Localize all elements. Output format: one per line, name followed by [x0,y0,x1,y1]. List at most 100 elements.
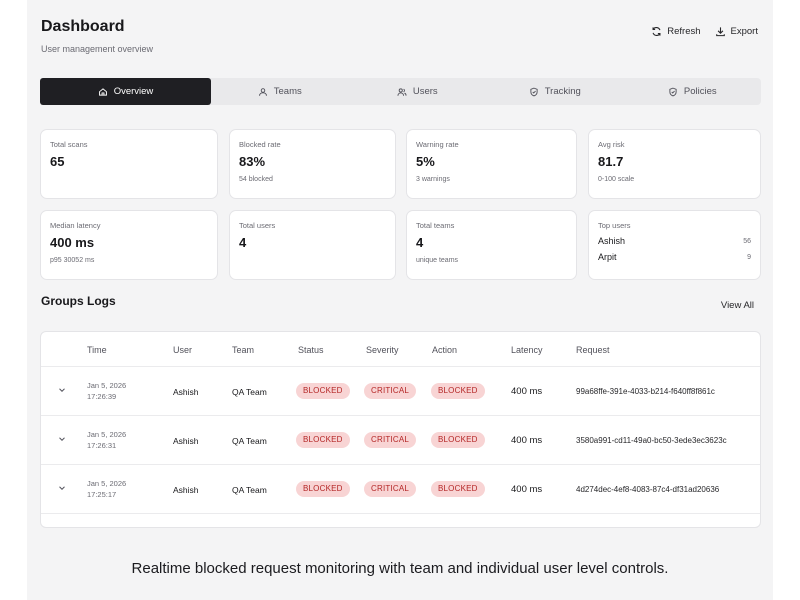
top-user-count: 9 [747,253,751,261]
table-row[interactable]: Jan 5, 2026 17:25:17 Ashish QA Team BLOC… [41,465,760,514]
status-badge: BLOCKED [296,432,350,448]
stat-label: Total users [239,221,276,230]
page-title: Dashboard [41,18,125,35]
log-time: 17:26:31 [87,441,117,450]
action-badge: BLOCKED [431,383,485,399]
status-badge: BLOCKED [296,481,350,497]
column-header: Team [232,345,255,355]
tab-overview[interactable]: Overview [40,78,211,105]
download-icon [715,27,725,37]
severity-badge: CRITICAL [364,432,417,448]
chevron-down-icon[interactable] [57,385,67,395]
tab-label: Overview [113,86,154,97]
stat-value: 65 [50,154,65,169]
export-label: Export [730,26,758,37]
stat-label: Blocked rate [239,140,281,149]
status-badge: BLOCKED [296,383,350,399]
log-request-id: 99a68ffe-391e-4033-b214-f640ff8f861c [576,387,715,396]
stat-card-avg-risk: Avg risk 81.7 0-100 scale [588,129,761,199]
action-badge: BLOCKED [431,481,485,497]
view-all-link[interactable]: View All [721,300,754,311]
table-header: Time User Team Status Severity Action La… [41,332,760,367]
column-header: Status [298,345,324,355]
page-header: Dashboard User management overview [41,18,153,54]
log-request-id: 3580a991-cd11-49a0-bc50-3ede3ec3623c [576,436,727,445]
user-icon [258,87,267,96]
page-subtitle: User management overview [41,44,154,54]
column-header: User [173,345,193,355]
shield-icon [669,87,677,96]
caption: Realtime blocked request monitoring with… [131,560,669,577]
top-user-name: Arpit [598,252,617,262]
stat-sub: 3 warnings [416,176,450,183]
stat-value: 81.7 [598,154,624,169]
stat-card-total-users: Total users 4 [229,210,396,280]
stat-card-warning-rate: Warning rate 5% 3 warnings [406,129,577,199]
tab-policies[interactable]: Policies [624,78,762,105]
top-user-count: 56 [743,237,751,245]
log-user: Ashish [173,387,199,397]
header-actions: Refresh Export [651,26,758,37]
stat-label: Top users [598,221,631,230]
log-time: 17:25:17 [87,490,117,499]
column-header: Action [432,345,458,355]
refresh-icon [652,27,661,36]
tab-bar: Overview Teams Users Tracking Policies [40,78,761,105]
tab-tracking[interactable]: Tracking [486,78,624,105]
tab-teams[interactable]: Teams [211,78,349,105]
log-latency: 400 ms [511,484,543,495]
stat-sub: 54 blocked [239,176,273,183]
log-request-id: 4d274dec-4ef8-4083-87c4-df31ad20636 [576,485,720,494]
top-user-name: Ashish [598,236,626,246]
log-date: Jan 5, 2026 [87,430,127,439]
log-user: Ashish [173,485,199,495]
logs-table: Time User Team Status Severity Action La… [40,331,761,528]
action-badge: BLOCKED [431,432,485,448]
tab-users[interactable]: Users [349,78,487,105]
stat-sub: 0-100 scale [598,176,635,183]
log-time: 17:26:39 [87,392,117,401]
log-date: Jan 5, 2026 [87,381,127,390]
table-row[interactable]: Jan 5, 2026 17:26:31 Ashish QA Team BLOC… [41,416,760,465]
stat-value: 83% [239,154,266,169]
log-latency: 400 ms [511,435,543,446]
stat-card-median-latency: Median latency 400 ms p95 30052 ms [40,210,218,280]
chevron-down-icon[interactable] [57,483,67,493]
column-header: Latency [511,345,543,355]
log-user: Ashish [173,436,199,446]
home-icon [98,87,107,96]
export-button[interactable]: Export [715,26,758,37]
stat-label: Median latency [50,221,101,230]
logs-title: Groups Logs [41,294,116,308]
column-header: Request [576,345,610,355]
log-latency: 400 ms [511,386,543,397]
top-user-row: Arpit 9 [598,252,751,262]
log-team: QA Team [232,485,267,495]
chevron-down-icon[interactable] [57,434,67,444]
log-date: Jan 5, 2026 [87,479,127,488]
severity-badge: CRITICAL [364,481,417,497]
tab-label: Tracking [544,86,581,97]
stat-sub: p95 30052 ms [50,257,95,264]
severity-badge: CRITICAL [364,383,417,399]
stat-card-total-teams: Total teams 4 unique teams [406,210,577,280]
top-user-row: Ashish 56 [598,236,751,246]
stat-card-total-scans: Total scans 65 [40,129,218,199]
shield-icon [530,87,538,96]
log-team: QA Team [232,387,267,397]
stat-value: 4 [239,235,247,250]
stat-label: Warning rate [416,140,459,149]
stat-value: 400 ms [50,235,95,250]
stat-label: Avg risk [598,140,625,149]
log-team: QA Team [232,436,267,446]
column-header: Severity [366,345,399,355]
stat-value: 4 [416,235,424,250]
stat-label: Total scans [50,140,88,149]
stat-card-blocked-rate: Blocked rate 83% 54 blocked [229,129,396,199]
refresh-label: Refresh [667,26,701,37]
refresh-button[interactable]: Refresh [651,26,701,37]
table-row[interactable]: Jan 5, 2026 17:26:39 Ashish QA Team BLOC… [41,367,760,416]
stat-label: Total teams [416,221,455,230]
stat-sub: unique teams [416,257,459,264]
stat-card-top-users: Top users Ashish 56 Arpit 9 [588,210,761,280]
